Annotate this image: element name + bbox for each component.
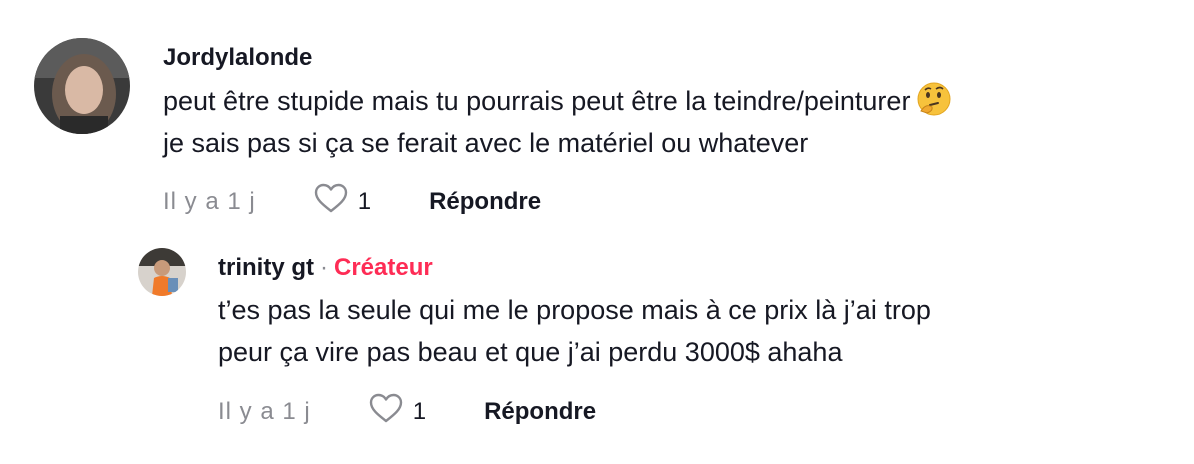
comment-text-line2: je sais pas si ça se ferait avec le maté… xyxy=(163,128,809,158)
reply-meta: Il y a 1 j 1 Répondre xyxy=(218,393,596,430)
reply-text-line2: peur ça vire pas beau et que j’ai perdu … xyxy=(218,337,843,367)
comment-text-line1: peut être stupide mais tu pourrais peut … xyxy=(163,86,911,116)
reply-button[interactable]: Répondre xyxy=(429,188,541,216)
heart-icon[interactable] xyxy=(369,393,403,430)
comment-item: Jordylalonde peut être stupide mais tu p… xyxy=(0,0,1194,230)
reply-item: trinity gt · Créateur t’es pas la seule qu… xyxy=(0,230,1194,464)
like-count: 1 xyxy=(412,397,427,425)
comment-username[interactable]: Jordylalonde xyxy=(163,44,312,72)
comment-text: peut être stupide mais tu pourrais peut … xyxy=(163,80,952,164)
reply-text: t’es pas la seule qui me le propose mais… xyxy=(218,289,931,373)
reply-like-button[interactable]: 1 xyxy=(369,393,426,430)
like-count: 1 xyxy=(357,187,372,215)
heart-icon[interactable] xyxy=(314,183,348,220)
reply-button[interactable]: Répondre xyxy=(484,398,596,426)
creator-badge: Créateur xyxy=(334,254,433,281)
avatar[interactable] xyxy=(34,38,130,134)
comment-like-button[interactable]: 1 xyxy=(314,183,371,220)
comment-meta: Il y a 1 j 1 Répondre xyxy=(163,183,541,220)
reply-username[interactable]: trinity gt xyxy=(218,254,314,281)
thinking-face-emoji-icon xyxy=(916,81,952,117)
comment-timestamp: Il y a 1 j xyxy=(163,187,256,215)
separator-dot: · xyxy=(320,254,328,281)
reply-text-line1: t’es pas la seule qui me le propose mais… xyxy=(218,295,931,325)
creator-avatar[interactable] xyxy=(138,248,186,296)
reply-timestamp: Il y a 1 j xyxy=(218,397,311,425)
reply-username-row: trinity gt · Créateur xyxy=(218,254,433,282)
